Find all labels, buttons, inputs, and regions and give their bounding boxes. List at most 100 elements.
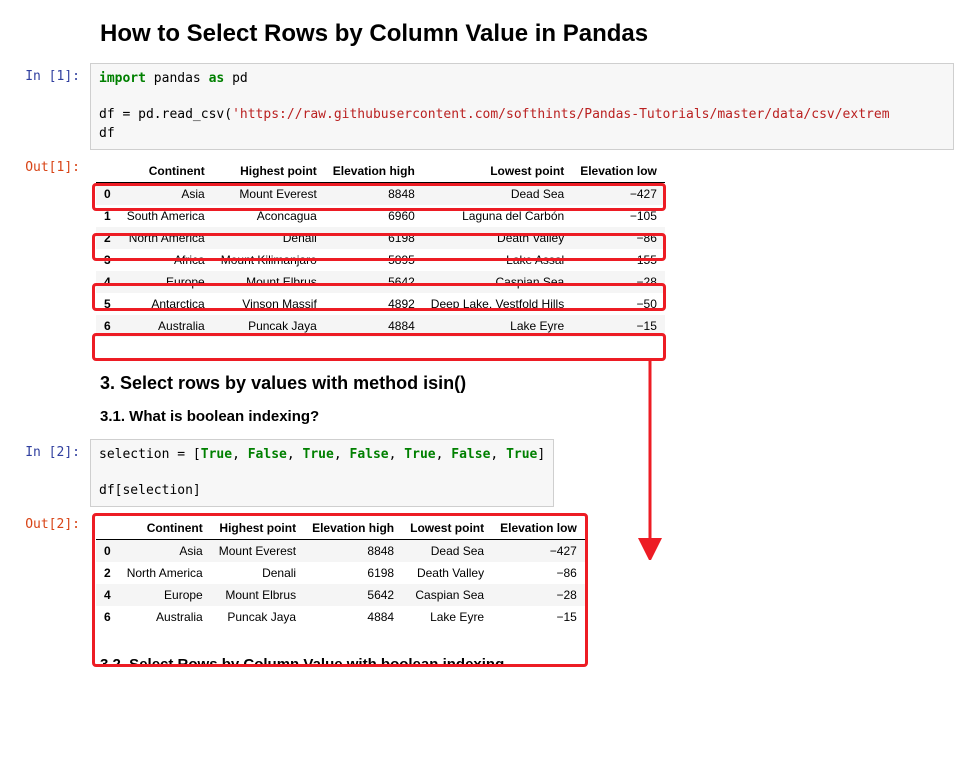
cell: Denali [211,562,304,584]
bool-true: True [506,447,537,462]
dataframe-2: ContinentHighest pointElevation highLowe… [96,517,585,628]
code-text: selection [99,447,177,462]
cell: 5642 [304,584,402,606]
cell: 4884 [304,606,402,628]
cell: Europe [119,584,211,606]
cell: Denali [213,227,325,249]
cell-out-2: Out[2]: ContinentHighest pointElevation … [0,511,954,634]
cell: Lake Eyre [402,606,492,628]
cell: Lake Eyre [423,315,572,337]
cell: Dead Sea [402,540,492,563]
cell: Caspian Sea [402,584,492,606]
cell: Dead Sea [423,182,572,205]
cell: −50 [572,293,665,315]
cell: −86 [572,227,665,249]
row-index: 2 [96,227,119,249]
code-text: df[selection] [99,483,201,498]
prompt-out-2: Out[2]: [0,511,90,532]
cell: Puncak Jaya [213,315,325,337]
col-header: Highest point [211,517,304,540]
col-header: Lowest point [402,517,492,540]
cell: Aconcagua [213,205,325,227]
cell: −105 [572,205,665,227]
row-index: 6 [96,606,119,628]
op-dot: . [154,107,162,122]
cell: 6198 [304,562,402,584]
str-url: 'https://raw.githubusercontent.com/softh… [232,107,889,122]
cell: −86 [492,562,585,584]
table-row: 2North AmericaDenali6198Death Valley−86 [96,227,665,249]
op-eq: = [177,447,185,462]
cell: Antarctica [119,293,213,315]
cell: South America [119,205,213,227]
cell: Mount Everest [211,540,304,563]
code-block-2[interactable]: selection = [True, False, True, False, T… [90,439,554,508]
bool-false: False [248,447,287,462]
prompt-out-1: Out[1]: [0,154,90,175]
section-heading-3: 3. Select rows by values with method isi… [100,373,954,394]
cell: Europe [119,271,213,293]
cell: Australia [119,606,211,628]
prompt-in-1: In [1]: [0,63,90,84]
col-header: Highest point [213,160,325,183]
cell: Mount Elbrus [211,584,304,606]
code-text: pd [130,107,153,122]
table-row: 5AntarcticaVinson Massif4892Deep Lake, V… [96,293,665,315]
bool-true: True [201,447,232,462]
cell: Asia [119,182,213,205]
dataframe-1: ContinentHighest pointElevation highLowe… [96,160,665,337]
code-text: pandas [146,71,209,86]
row-index: 0 [96,182,119,205]
cell: −155 [572,249,665,271]
cell: Mount Everest [213,182,325,205]
page-title: How to Select Rows by Column Value in Pa… [100,20,954,48]
cell: Death Valley [402,562,492,584]
bool-true: True [404,447,435,462]
table-row: 3AfricaMount Kilimanjaro5895Lake Assal−1… [96,249,665,271]
cell: Lake Assal [423,249,572,271]
table-row: 1South AmericaAconcagua6960Laguna del Ca… [96,205,665,227]
code-block-1[interactable]: import pandas as pd df = pd.read_csv('ht… [90,63,954,150]
col-header: Elevation high [304,517,402,540]
row-index: 3 [96,249,119,271]
col-header: Continent [119,160,213,183]
sep: , [287,447,303,462]
cell: Caspian Sea [423,271,572,293]
bool-true: True [303,447,334,462]
col-header: Continent [119,517,211,540]
table-row: 0AsiaMount Everest8848Dead Sea−427 [96,540,585,563]
cell: 6198 [325,227,423,249]
bool-false: False [350,447,389,462]
row-index: 5 [96,293,119,315]
cell: Death Valley [423,227,572,249]
output-area-2: ContinentHighest pointElevation highLowe… [90,511,954,634]
col-header: Elevation high [325,160,423,183]
cell: Puncak Jaya [211,606,304,628]
kw-import: import [99,71,146,86]
table-row: 4EuropeMount Elbrus5642Caspian Sea−28 [96,271,665,293]
bool-false: False [451,447,490,462]
col-header [96,160,119,183]
cell: Africa [119,249,213,271]
table-row: 6AustraliaPuncak Jaya4884Lake Eyre−15 [96,315,665,337]
row-index: 4 [96,271,119,293]
cell: −15 [572,315,665,337]
row-index: 4 [96,584,119,606]
col-header: Elevation low [492,517,585,540]
prompt-in-2: In [2]: [0,439,90,460]
cell: Mount Elbrus [213,271,325,293]
code-text: ] [537,447,545,462]
cell: 4884 [325,315,423,337]
kw-as: as [209,71,225,86]
cell: Australia [119,315,213,337]
cell: 5895 [325,249,423,271]
row-index: 6 [96,315,119,337]
code-text: read_csv( [162,107,232,122]
cell: Laguna del Carbón [423,205,572,227]
sep: , [334,447,350,462]
code-text: pd [224,71,247,86]
table-row: 4EuropeMount Elbrus5642Caspian Sea−28 [96,584,585,606]
section-heading-3-1: 3.1. What is boolean indexing? [100,408,954,425]
cell: North America [119,562,211,584]
sep: , [232,447,248,462]
